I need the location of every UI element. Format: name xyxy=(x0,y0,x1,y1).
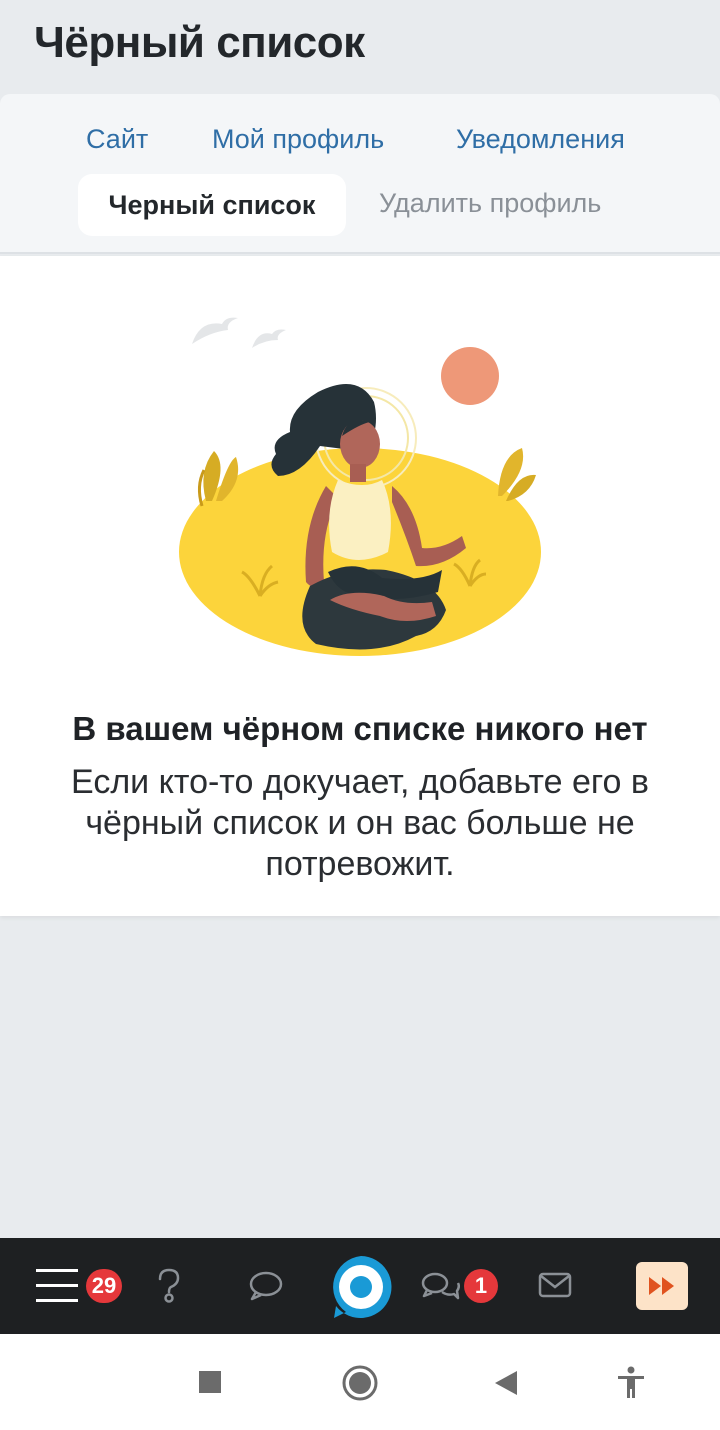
empty-state-title: В вашем чёрном списке никого нет xyxy=(72,710,648,747)
mail-icon[interactable] xyxy=(538,1272,572,1303)
menu-icon[interactable] xyxy=(34,1266,80,1306)
tab-notifications[interactable]: Уведомления xyxy=(456,124,625,155)
meditation-illustration xyxy=(179,317,541,656)
fast-forward-button[interactable] xyxy=(636,1262,688,1310)
chats-badge: 1 xyxy=(464,1269,498,1303)
tab-delete-profile[interactable]: Удалить профиль xyxy=(379,188,601,219)
bottom-nav: 29 1 xyxy=(0,1238,720,1334)
sun-icon xyxy=(441,347,499,405)
home-icon[interactable] xyxy=(341,1364,379,1407)
cloud-icon xyxy=(192,317,238,344)
empty-state-card: В вашем чёрном списке никого нет Если кт… xyxy=(0,256,720,916)
empty-state-text: Если кто-то докучает, добавьте его в чёр… xyxy=(71,763,649,883)
menu-badge: 29 xyxy=(86,1269,122,1303)
help-icon[interactable] xyxy=(154,1268,184,1309)
app-logo-icon[interactable] xyxy=(328,1254,394,1325)
page-header: Чёрный список xyxy=(0,0,720,92)
system-nav-bar xyxy=(0,1334,720,1430)
comment-icon[interactable] xyxy=(248,1270,284,1307)
tab-site[interactable]: Сайт xyxy=(86,124,148,155)
accessibility-icon[interactable] xyxy=(616,1366,646,1405)
chats-icon[interactable] xyxy=(420,1270,461,1309)
fast-forward-icon xyxy=(649,1277,674,1295)
back-icon[interactable] xyxy=(493,1369,519,1402)
settings-tabs: Сайт Мой профиль Уведомления Черный спис… xyxy=(0,94,720,254)
tab-blacklist[interactable]: Черный список xyxy=(78,174,346,236)
recent-apps-icon[interactable] xyxy=(198,1370,222,1399)
cloud-icon xyxy=(252,329,286,348)
tab-my-profile[interactable]: Мой профиль xyxy=(212,124,384,155)
page-title: Чёрный список xyxy=(34,18,365,67)
